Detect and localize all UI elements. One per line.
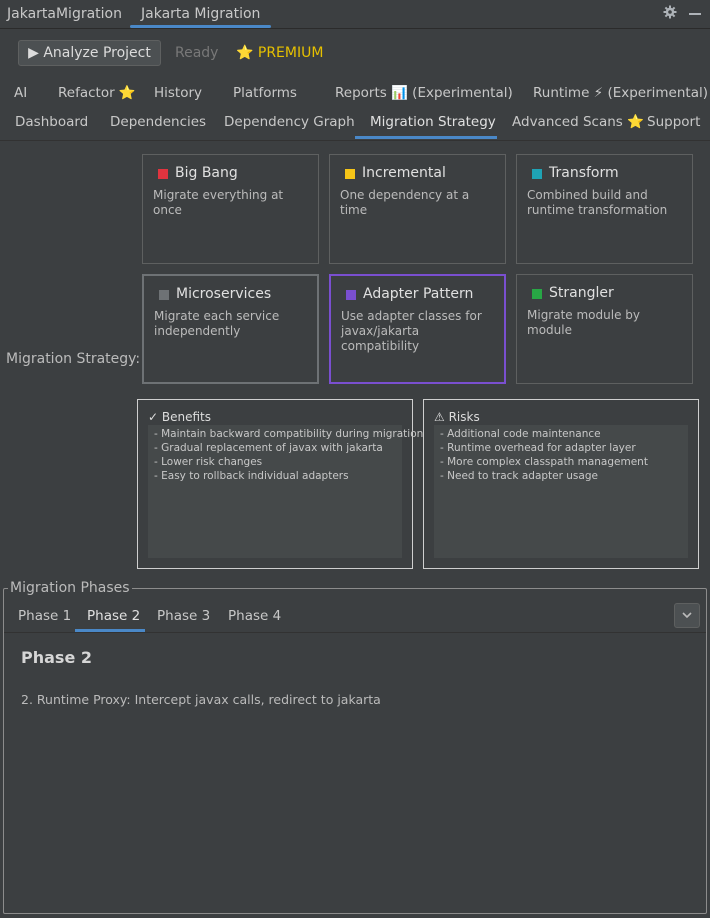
strategy-card-microservices[interactable]: Microservices Migrate each service indep…: [142, 274, 319, 384]
benefits-list[interactable]: - Maintain backward compatibility during…: [148, 425, 424, 558]
card-title: Big Bang: [175, 165, 238, 181]
adapter-pattern-color-square: [346, 290, 356, 300]
strategy-card-big-bang[interactable]: Big Bang Migrate everything at once: [142, 154, 319, 264]
tab-migration-strategy[interactable]: Migration Strategy: [370, 114, 496, 130]
list-item: - Lower risk changes: [154, 456, 263, 468]
strategy-card-strangler[interactable]: Strangler Migrate module by module: [516, 274, 693, 384]
tab-support[interactable]: Support: [647, 114, 700, 130]
tab-dependencies[interactable]: Dependencies: [110, 114, 206, 130]
strategy-card-incremental[interactable]: Incremental One dependency at a time: [329, 154, 506, 264]
card-description: Use adapter classes for javax/jakarta co…: [341, 309, 482, 353]
tab-ai[interactable]: AI: [14, 85, 27, 101]
strategy-card-adapter-pattern[interactable]: Adapter Pattern Use adapter classes for …: [329, 274, 506, 384]
list-item: - Gradual replacement of javax with jaka…: [154, 442, 383, 454]
gear-icon[interactable]: [662, 5, 678, 21]
tab-advanced-scans[interactable]: Advanced Scans ⭐: [512, 114, 644, 130]
phase-content-text: 2. Runtime Proxy: Intercept javax calls,…: [21, 692, 381, 707]
tab-reports[interactable]: Reports 📊 (Experimental): [335, 85, 513, 101]
status-text: Ready: [175, 45, 219, 61]
phase-dropdown-button[interactable]: [674, 603, 700, 628]
migration-strategy-label: Migration Strategy:: [6, 351, 141, 367]
tab-phase-2[interactable]: Phase 2: [87, 608, 140, 624]
big-bang-color-square: [158, 169, 168, 179]
benefits-title: ✓ Benefits: [148, 410, 211, 424]
tool-tab-underline: [130, 25, 271, 28]
card-title: Strangler: [549, 285, 614, 301]
strategy-card-transform[interactable]: Transform Combined build and runtime tra…: [516, 154, 693, 264]
list-item: - Runtime overhead for adapter layer: [440, 442, 636, 454]
strangler-color-square: [532, 289, 542, 299]
phase-tabs-divider: [4, 632, 706, 633]
card-description: One dependency at a time: [340, 188, 470, 217]
microservices-color-square: [159, 290, 169, 300]
migration-phases-legend: Migration Phases: [8, 580, 132, 596]
tab-dashboard[interactable]: Dashboard: [15, 114, 88, 130]
risks-list[interactable]: - Additional code maintenance - Runtime …: [434, 425, 688, 558]
card-description: Migrate each service independently: [154, 309, 280, 338]
list-item: - Maintain backward compatibility during…: [154, 428, 424, 440]
benefits-panel: ✓ Benefits - Maintain backward compatibi…: [137, 399, 424, 569]
card-title: Transform: [549, 165, 619, 181]
list-item: - Easy to rollback individual adapters: [154, 470, 349, 482]
tab-runtime[interactable]: Runtime ⚡ (Experimental): [533, 85, 708, 101]
risks-panel: ⚠ Risks - Additional code maintenance - …: [423, 399, 699, 569]
incremental-color-square: [345, 169, 355, 179]
tab-phase-3[interactable]: Phase 3: [157, 608, 210, 624]
list-item: - Additional code maintenance: [440, 428, 601, 440]
premium-badge: ⭐ PREMIUM: [236, 45, 324, 61]
card-description: Migrate module by module: [527, 308, 640, 337]
risks-title: ⚠ Risks: [434, 410, 480, 424]
card-description: Migrate everything at once: [153, 188, 284, 217]
phase-content-title: Phase 2: [21, 648, 92, 667]
tab-phase-4[interactable]: Phase 4: [228, 608, 281, 624]
card-title: Adapter Pattern: [363, 286, 474, 302]
card-description: Combined build and runtime transformatio…: [527, 188, 668, 217]
migration-phases-group: [3, 588, 707, 914]
tool-tab-jakarta-migration[interactable]: Jakarta Migration: [141, 6, 260, 22]
tabs-divider: [0, 140, 710, 141]
transform-color-square: [532, 169, 542, 179]
card-title: Microservices: [176, 286, 272, 302]
tab-dependency-graph[interactable]: Dependency Graph: [224, 114, 355, 130]
minimize-icon[interactable]: [689, 13, 701, 15]
window-title: JakartaMigration: [7, 6, 122, 22]
list-item: - More complex classpath management: [440, 456, 648, 468]
active-tab-underline: [355, 136, 497, 139]
card-title: Incremental: [362, 165, 446, 181]
tab-platforms[interactable]: Platforms: [233, 85, 297, 101]
tab-phase-1[interactable]: Phase 1: [18, 608, 71, 624]
chevron-down-icon: [682, 612, 692, 619]
analyze-project-button[interactable]: ▶ Analyze Project: [18, 40, 161, 66]
tab-refactor[interactable]: Refactor ⭐: [58, 85, 136, 101]
tab-history[interactable]: History: [154, 85, 202, 101]
list-item: - Need to track adapter usage: [440, 470, 598, 482]
